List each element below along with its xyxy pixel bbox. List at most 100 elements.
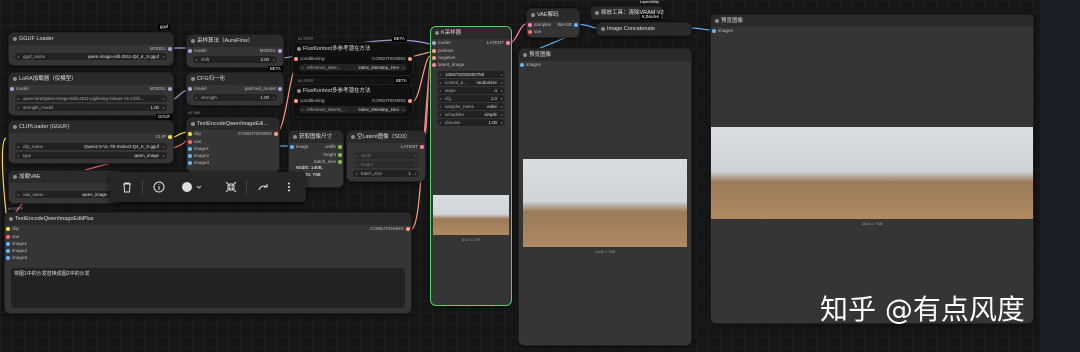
lora-loader-node[interactable]: LoRA加载器（仅模型） model MODEL qwen-lora\Qwen-I…: [8, 72, 174, 116]
cfg-widget[interactable]: cfg1.0: [437, 95, 505, 102]
clip-loader-node[interactable]: CLIPLoader (GGUF) CLIP clip_nameQwen2.5-…: [8, 120, 174, 164]
output-slot[interactable]: [168, 87, 172, 91]
input-slot[interactable]: [188, 154, 192, 158]
flux-kontext-ref-node-1[interactable]: FluxKontext多参考潜在方法 conditioning CONDITION…: [292, 42, 414, 76]
output-slot[interactable]: [338, 153, 342, 157]
node-group-tag: LayerUtility: [640, 0, 659, 4]
input-slot[interactable]: [6, 242, 10, 246]
output-slot[interactable]: [506, 41, 510, 45]
input-slot[interactable]: [6, 256, 10, 260]
output-slot[interactable]: [168, 47, 172, 51]
height-widget[interactable]: height: [353, 161, 419, 168]
clip-name-widget[interactable]: clip_nameQwen2.5-VL-7B-Instruct-Q4_K_S.g…: [15, 143, 167, 150]
vae-loader-node[interactable]: 加载VAE vae_nameqwen_image: [8, 170, 122, 204]
output-slot[interactable]: [278, 87, 282, 91]
input-slot[interactable]: [432, 56, 436, 60]
node-title: LoRA加载器（仅模型）: [9, 73, 173, 85]
input-slot[interactable]: [294, 99, 298, 103]
gguf-name-widget[interactable]: gguf_nameqwen-image-edit-2511-Q4_K_S.ggu…: [15, 53, 167, 60]
input-slot[interactable]: [520, 63, 524, 67]
seed-widget[interactable]: 1069734020250758: [437, 71, 505, 78]
input-slot[interactable]: [712, 29, 716, 33]
redo-icon[interactable]: [256, 180, 270, 194]
input-slot[interactable]: [432, 63, 436, 67]
strength-widget[interactable]: strength1.00: [193, 94, 277, 101]
image-concatenate-node[interactable]: Image Concatenate: [596, 22, 692, 36]
steps-widget[interactable]: steps4: [437, 87, 505, 94]
image-size-caption: 1408 × 768: [594, 249, 616, 254]
input-label: image1: [194, 146, 210, 151]
output-slot[interactable]: [338, 160, 342, 164]
input-slot[interactable]: [6, 249, 10, 253]
input-slot[interactable]: [432, 49, 436, 53]
input-label: conditioning: [300, 56, 325, 61]
info-icon[interactable]: [152, 180, 166, 194]
input-slot[interactable]: [432, 41, 436, 45]
input-slot[interactable]: [6, 235, 10, 239]
input-label: clip: [12, 226, 19, 231]
watermark: 知乎 @有点风度: [820, 293, 1025, 326]
more-icon[interactable]: [282, 180, 296, 194]
input-slot[interactable]: [188, 140, 192, 144]
ksampler-node[interactable]: K采样器 model LATENT positive negative laten…: [430, 26, 512, 306]
preview-image-node-2[interactable]: 预览图像 images 2816 × 768: [710, 14, 1034, 324]
denoise-widget[interactable]: denoise1.00: [437, 119, 505, 126]
node-group-tag: #1 STEP: [8, 207, 24, 211]
input-slot[interactable]: [10, 87, 14, 91]
input-slot[interactable]: [528, 30, 532, 34]
output-slot[interactable]: [278, 49, 282, 53]
reference-latents-widget[interactable]: reference_laten...index_timestep_zero: [299, 64, 407, 71]
input-slot[interactable]: [188, 132, 192, 136]
type-widget[interactable]: typeqwen_image: [15, 152, 167, 159]
control-after-generate-widget[interactable]: control_a...randomize: [437, 79, 505, 86]
lora-name-widget[interactable]: qwen-lora\Qwen-Image-Edit-2511-Lightning…: [15, 95, 167, 102]
shrink-icon[interactable]: [224, 180, 238, 194]
input-label: image3: [194, 160, 210, 165]
output-label: CONDITIONING: [372, 56, 406, 61]
input-label: image3: [12, 255, 28, 260]
output-slot[interactable]: [338, 145, 342, 149]
input-slot[interactable]: [188, 147, 192, 151]
text-encode-qwen-plus-node[interactable]: TextEncodeQwenImageEditPlus clip CONDITIO…: [4, 212, 412, 314]
node-canvas[interactable]: GGUF Loader MODEL gguf_nameqwen-image-ed…: [0, 0, 1080, 352]
preview-image-node-1[interactable]: 预览图像 images 1408 × 768: [518, 48, 692, 346]
scheduler-widget[interactable]: schedulersimple: [437, 111, 505, 118]
prompt-textarea[interactable]: 将图1中的沙发替换成图2中的沙发: [11, 268, 405, 308]
input-slot[interactable]: [528, 23, 532, 27]
input-slot[interactable]: [188, 49, 192, 53]
text-encode-qwen-node[interactable]: TextEncodeQwenImageEdi... clip CONDITIONI…: [186, 117, 280, 173]
input-label: clip: [194, 131, 201, 136]
input-slot[interactable]: [6, 227, 10, 231]
shift-widget[interactable]: shift3.00: [193, 56, 277, 63]
vae-decode-node[interactable]: VAE解码 samples IMAGE vae: [526, 8, 580, 38]
output-slot[interactable]: [408, 57, 412, 61]
trash-icon[interactable]: [120, 180, 134, 194]
empty-latent-sd3-node[interactable]: 空Latent图像（SD3） LATENT width height batch…: [346, 130, 426, 182]
input-slot[interactable]: [188, 161, 192, 165]
output-slot[interactable]: [168, 135, 172, 139]
gguf-loader-node[interactable]: GGUF Loader MODEL gguf_nameqwen-image-ed…: [8, 32, 174, 66]
input-label: model: [16, 86, 29, 91]
output-slot[interactable]: [274, 132, 278, 136]
sampling-algorithm-node[interactable]: 采样算法（AuraFlow） model MODEL shift3.00: [186, 34, 284, 68]
vae-name-widget[interactable]: vae_nameqwen_image: [15, 191, 115, 198]
input-slot[interactable]: [290, 145, 294, 149]
output-slot[interactable]: [420, 145, 424, 149]
output-slot[interactable]: [406, 227, 410, 231]
output-slot[interactable]: [574, 23, 578, 27]
sampler-name-widget[interactable]: sampler_nameeuler: [437, 103, 505, 110]
reference-latents-widget[interactable]: reference_latents_...index_timestep_zero: [299, 106, 407, 113]
output-label: LATENT: [486, 40, 504, 45]
node-title: 采样算法（AuraFlow）: [187, 35, 283, 47]
flux-kontext-ref-node-2[interactable]: FluxKontext多参考潜在方法 conditioning CONDITION…: [292, 84, 414, 118]
cfg-normalize-node[interactable]: CFG归一化 model patched_model strength1.00: [186, 72, 284, 106]
color-circle-icon[interactable]: [180, 180, 204, 194]
width-widget[interactable]: width: [353, 152, 419, 159]
output-slot[interactable]: [408, 99, 412, 103]
input-slot[interactable]: [188, 87, 192, 91]
input-label: vae: [12, 234, 20, 239]
strength-model-widget[interactable]: strength_model1.00: [15, 104, 167, 111]
batch-size-widget[interactable]: batch_size1: [353, 170, 419, 177]
input-label: negative: [438, 55, 456, 60]
input-slot[interactable]: [294, 57, 298, 61]
